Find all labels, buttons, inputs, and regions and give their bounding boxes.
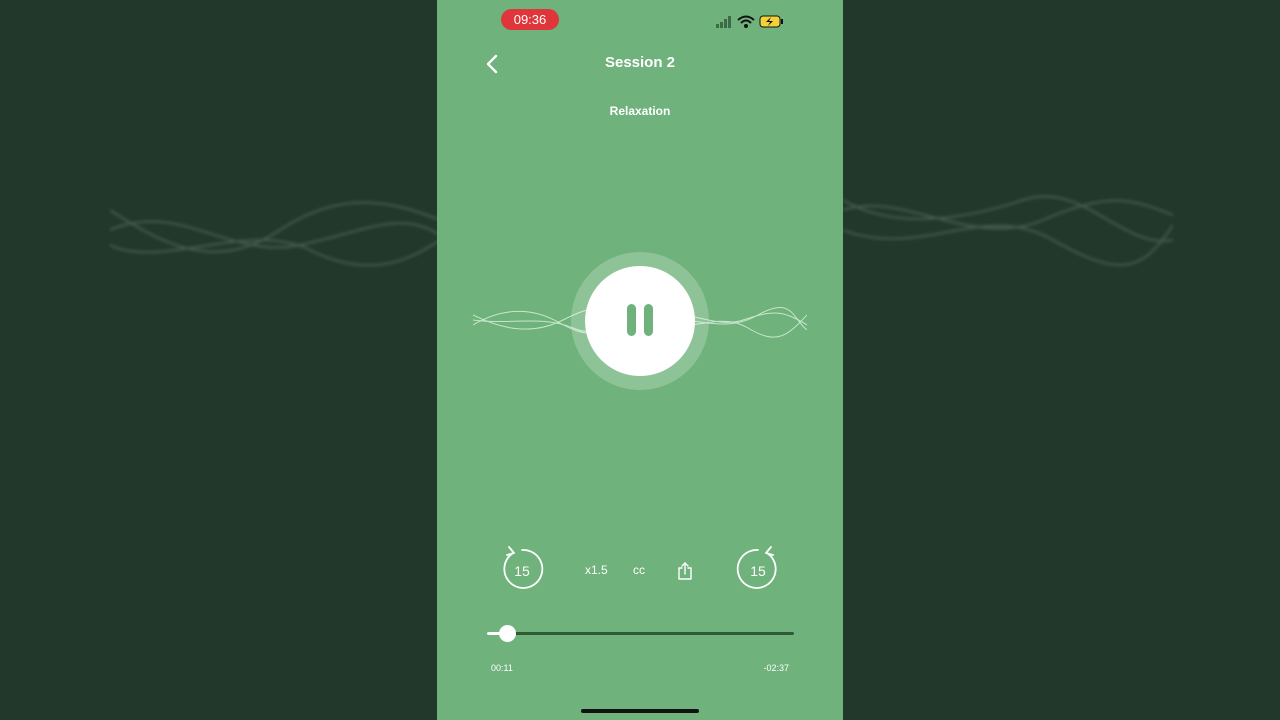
battery-charging-icon xyxy=(759,15,783,28)
share-icon xyxy=(678,562,692,580)
playback-speed-button[interactable]: x1.5 xyxy=(585,563,608,577)
skip-back-label: 15 xyxy=(514,563,530,579)
session-title: Session 2 xyxy=(604,54,676,71)
pause-button[interactable] xyxy=(585,266,695,376)
session-category: Relaxation xyxy=(609,104,671,118)
captions-button[interactable]: cc xyxy=(633,563,645,577)
skip-forward-15-button[interactable]: 15 xyxy=(735,544,781,594)
remaining-time: -02:37 xyxy=(763,663,789,673)
skip-back-15-button[interactable]: 15 xyxy=(499,544,545,594)
status-icons xyxy=(716,15,783,28)
progress-thumb[interactable] xyxy=(498,625,516,642)
backdrop-wave-graphic xyxy=(110,201,437,267)
status-time: 09:36 xyxy=(501,9,559,30)
home-indicator[interactable] xyxy=(581,709,699,713)
backdrop-right xyxy=(843,0,1280,720)
elapsed-time: 00:11 xyxy=(491,663,513,673)
cellular-signal-icon xyxy=(716,16,731,28)
wifi-icon xyxy=(737,15,755,28)
player-screen: 09:36 Session 2 Relaxation 15 x1.5 cc 15… xyxy=(437,0,843,720)
backdrop-left xyxy=(0,0,437,720)
progress-track[interactable] xyxy=(487,625,794,642)
share-button[interactable] xyxy=(675,561,695,581)
skip-forward-label: 15 xyxy=(750,563,766,579)
backdrop-wave-graphic xyxy=(843,195,1173,266)
